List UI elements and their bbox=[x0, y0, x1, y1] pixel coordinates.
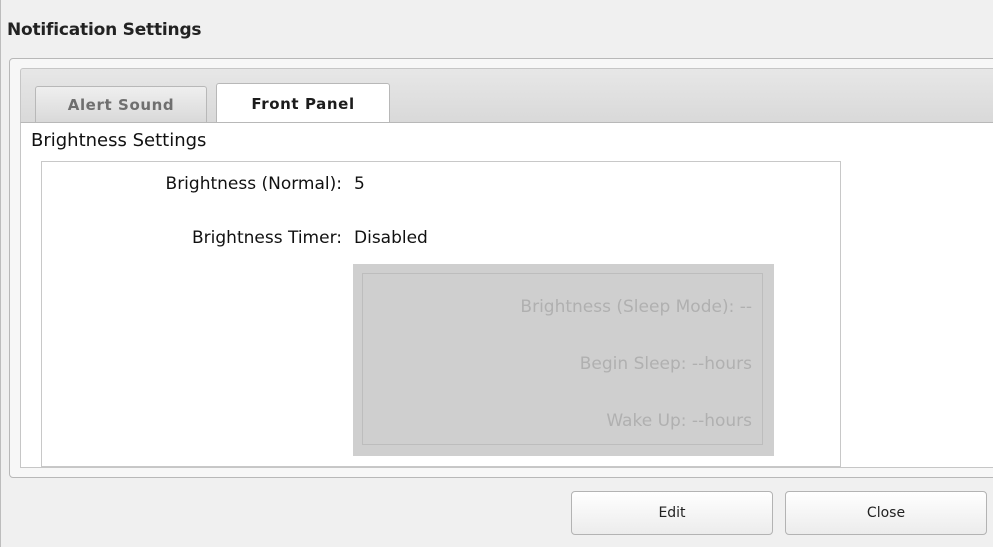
brightness-normal-label: Brightness (Normal): bbox=[165, 174, 342, 194]
tab-alert-sound[interactable]: Alert Sound bbox=[35, 86, 207, 122]
close-button[interactable]: Close bbox=[785, 491, 987, 535]
sleep-settings-disabled: Brightness (Sleep Mode): -- Begin Sleep:… bbox=[353, 264, 774, 456]
dialog-title: Notification Settings bbox=[7, 20, 202, 40]
notification-settings-dialog: Notification Settings Alert Sound Front … bbox=[0, 0, 993, 547]
brightness-normal-value: 5 bbox=[354, 174, 365, 194]
wake-up: Wake Up: --hours bbox=[606, 411, 752, 431]
sleep-settings-frame: Brightness (Sleep Mode): -- Begin Sleep:… bbox=[362, 273, 763, 445]
begin-sleep: Begin Sleep: --hours bbox=[579, 354, 752, 374]
section-title: Brightness Settings bbox=[31, 130, 207, 151]
edit-button[interactable]: Edit bbox=[571, 491, 773, 535]
sleep-mode-brightness: Brightness (Sleep Mode): -- bbox=[520, 297, 752, 317]
brightness-timer-label: Brightness Timer: bbox=[192, 228, 342, 248]
tab-front-panel[interactable]: Front Panel bbox=[216, 83, 390, 123]
tab-strip: Alert Sound Front Panel bbox=[20, 68, 993, 123]
brightness-timer-value: Disabled bbox=[354, 228, 428, 248]
title-bar: Notification Settings bbox=[1, 0, 993, 58]
